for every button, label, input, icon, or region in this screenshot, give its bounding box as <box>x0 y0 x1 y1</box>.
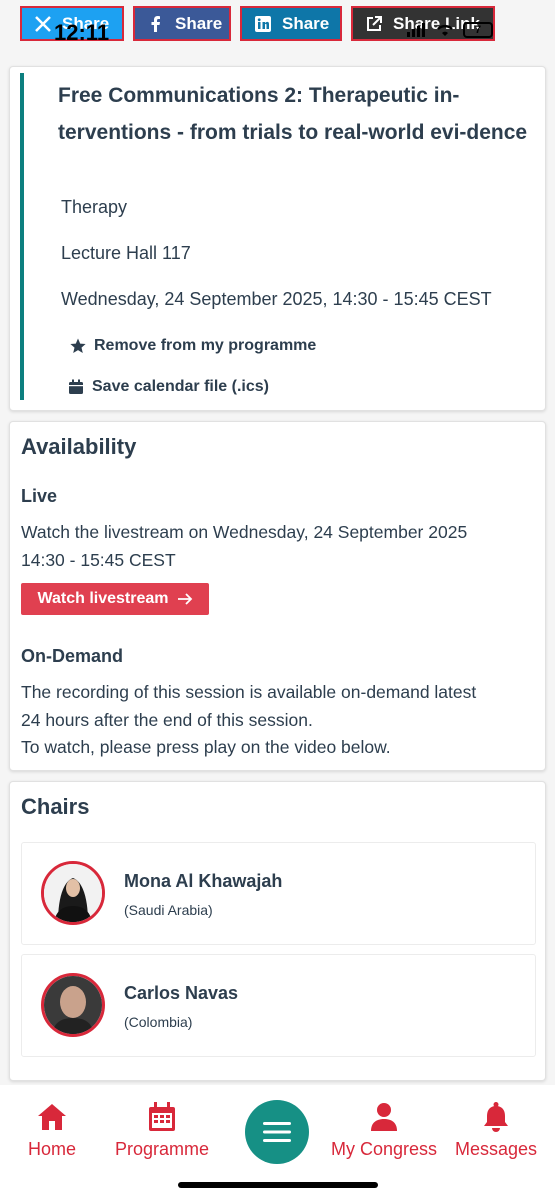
session-details: Free Communications 2: Therapeutic in-te… <box>20 73 535 400</box>
session-title: Free Communications 2: Therapeutic in-te… <box>58 84 528 144</box>
session-datetime: Wednesday, 24 September 2025, 14:30 - 15… <box>61 289 492 309</box>
status-icons: 7 <box>407 22 493 38</box>
app-screen: 12:11 7 Share Share Share Share Link Fre… <box>0 0 555 1200</box>
menu-button[interactable] <box>245 1100 309 1164</box>
session-card: Free Communications 2: Therapeutic in-te… <box>9 66 546 411</box>
signal-icon <box>407 23 425 37</box>
star-icon <box>70 338 86 353</box>
bell-icon <box>484 1102 509 1132</box>
nav-programme[interactable]: Programme <box>115 1101 209 1160</box>
user-icon <box>371 1103 398 1131</box>
watch-livestream-button[interactable]: Watch livestream <box>21 583 209 615</box>
home-icon <box>38 1104 66 1130</box>
chair-name: Carlos Navas <box>124 983 239 1003</box>
remove-from-programme-button[interactable]: Remove from my programme <box>70 337 316 355</box>
calendar-icon <box>149 1102 176 1131</box>
live-text-line-1: Watch the livestream on Wednesday, 24 Se… <box>21 522 468 542</box>
chair-card[interactable]: Carlos Navas (Colombia) <box>21 954 536 1057</box>
save-calendar-button[interactable]: Save calendar file (.ics) <box>68 378 269 396</box>
chair-name: Mona Al Khawajah <box>124 871 283 891</box>
nav-home-label: Home <box>28 1139 77 1159</box>
battery-icon: 7 <box>463 22 493 38</box>
live-text-line-2: 14:30 - 15:45 CEST <box>21 550 176 570</box>
session-location: Lecture Hall 117 <box>61 243 191 263</box>
nav-my-congress-label: My Congress <box>331 1139 438 1159</box>
avatar <box>41 861 105 925</box>
chair-card[interactable]: Mona Al Khawajah (Saudi Arabia) <box>21 842 536 945</box>
ondemand-heading: On-Demand <box>21 646 124 666</box>
x-logo-icon <box>35 15 51 32</box>
facebook-icon <box>151 15 160 32</box>
nav-programme-label: Programme <box>115 1139 210 1159</box>
ondemand-text-line-1: The recording of this session is availab… <box>21 682 477 702</box>
share-facebook-button[interactable]: Share <box>133 6 231 41</box>
availability-heading: Availability <box>21 434 137 459</box>
session-category: Therapy <box>61 197 128 217</box>
ondemand-text-line-2: 24 hours after the end of this session. <box>21 710 313 730</box>
arrow-right-icon <box>177 593 192 605</box>
chairs-heading: Chairs <box>21 794 90 819</box>
watch-livestream-label: Watch livestream <box>37 590 169 607</box>
ondemand-text-line-3: To watch, please press play on the video… <box>21 737 391 757</box>
home-indicator <box>178 1182 378 1188</box>
share-facebook-label: Share <box>175 13 223 33</box>
save-calendar-label: Save calendar file (.ics) <box>92 378 269 395</box>
status-time: 12:11 <box>54 20 110 45</box>
nav-home[interactable]: Home <box>28 1101 76 1160</box>
avatar <box>41 973 105 1037</box>
chairs-card: Chairs Mona Al Khawajah (Saudi Arabia) C… <box>9 781 546 1081</box>
live-heading: Live <box>21 486 58 506</box>
share-linkedin-label: Share <box>282 13 330 33</box>
linkedin-icon <box>255 15 271 32</box>
hamburger-icon <box>263 1122 291 1142</box>
external-link-icon <box>367 15 382 31</box>
wifi-icon <box>437 24 453 36</box>
remove-from-programme-label: Remove from my programme <box>94 337 317 354</box>
calendar-icon <box>69 379 83 394</box>
chair-country: (Saudi Arabia) <box>124 902 213 918</box>
nav-messages[interactable]: Messages <box>455 1101 537 1160</box>
availability-card: Availability Live Watch the livestream o… <box>9 421 546 771</box>
nav-my-congress[interactable]: My Congress <box>331 1101 437 1160</box>
chair-country: (Colombia) <box>124 1014 193 1030</box>
share-linkedin-button[interactable]: Share <box>240 6 342 41</box>
nav-messages-label: Messages <box>455 1139 538 1159</box>
